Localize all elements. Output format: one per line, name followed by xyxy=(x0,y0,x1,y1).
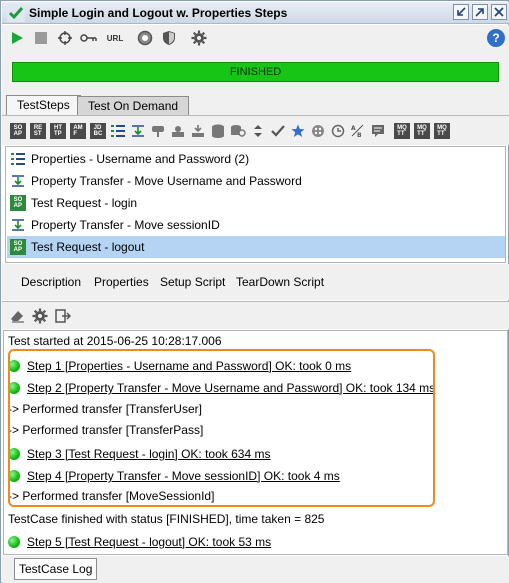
url-button[interactable]: URL xyxy=(104,29,126,47)
title-bar: Simple Login and Logout w. Properties St… xyxy=(2,2,509,24)
add-timer-icon[interactable] xyxy=(330,123,346,139)
window-title: Simple Login and Logout w. Properties St… xyxy=(29,5,288,20)
status-label: FINISHED xyxy=(229,66,282,78)
coverage-icon[interactable] xyxy=(136,29,154,47)
close-window-icon[interactable] xyxy=(491,4,507,20)
test-step-item-selected[interactable]: SO AP Test Request - logout xyxy=(7,236,505,258)
progress-bar: FINISHED xyxy=(12,62,499,82)
add-amf-request-icon[interactable]: AM F xyxy=(70,122,86,139)
add-mqtt-publish-icon[interactable]: MQ TT xyxy=(394,122,410,139)
testcase-window: Simple Login and Logout w. Properties St… xyxy=(0,0,509,583)
log-step-link[interactable]: Step 5 [Test Request - logout] OK: took … xyxy=(27,535,271,549)
shield-icon[interactable] xyxy=(160,29,178,47)
tab-description[interactable]: Description xyxy=(21,275,81,289)
url-label: URL xyxy=(106,33,124,43)
tab-testcase-log-label: TestCase Log xyxy=(19,562,93,576)
add-datasource-loop-icon[interactable] xyxy=(230,123,246,139)
add-rest-request-icon[interactable]: RE ST xyxy=(30,122,46,139)
log-header: Test started at 2015-06-25 10:28:17.006 xyxy=(8,334,222,348)
test-steps-list: Properties - Username and Password (2) P… xyxy=(5,146,506,263)
add-mqtt-drop-icon[interactable]: MQ TT xyxy=(434,122,450,139)
tab-teststeps[interactable]: TestSteps xyxy=(6,95,81,115)
log-finished-line: TestCase finished with status [FINISHED]… xyxy=(8,512,325,526)
minimize-window-icon[interactable] xyxy=(453,4,469,20)
test-step-item[interactable]: Property Transfer - Move sessionID xyxy=(7,214,505,236)
tab-testcase-log[interactable]: TestCase Log xyxy=(14,558,98,580)
gear-icon[interactable] xyxy=(190,29,208,47)
tab-teardown-script[interactable]: TearDown Script xyxy=(236,275,324,289)
add-step-toolbar: SO AP RE ST HT TP AM F JD BC A B MQ TT M… xyxy=(2,115,509,145)
add-groovy-script-icon[interactable] xyxy=(310,123,326,139)
add-security-star-icon[interactable] xyxy=(290,123,306,139)
tab-strip: TestSteps Test On Demand xyxy=(2,93,509,115)
target-icon[interactable] xyxy=(56,29,74,47)
play-icon[interactable] xyxy=(8,29,26,47)
add-property-transfer-icon[interactable] xyxy=(130,123,146,139)
main-toolbar: URL ? xyxy=(2,25,509,51)
status-area: FINISHED xyxy=(2,51,509,93)
add-jdbc-request-icon[interactable]: JD BC xyxy=(90,122,106,139)
tab-test-on-demand-label: Test On Demand xyxy=(88,99,179,113)
testcase-log: Test started at 2015-06-25 10:28:17.006 … xyxy=(3,330,508,555)
log-settings-gear-icon[interactable] xyxy=(32,308,48,324)
add-assertion-icon[interactable] xyxy=(270,123,286,139)
eraser-icon[interactable] xyxy=(9,308,25,324)
test-step-label: Property Transfer - Move sessionID xyxy=(31,218,220,232)
test-step-label: Test Request - logout xyxy=(31,240,145,254)
svg-text:A: A xyxy=(351,125,356,132)
add-datasource-icon[interactable] xyxy=(210,123,226,139)
property-transfer-icon xyxy=(10,173,26,189)
add-manual-test-icon[interactable]: AB xyxy=(350,123,366,139)
property-transfer-icon xyxy=(10,217,26,233)
stop-icon[interactable] xyxy=(32,29,50,47)
add-properties-icon[interactable] xyxy=(110,123,126,139)
svg-text:B: B xyxy=(357,132,362,138)
bottom-tab-strip: TestCase Log xyxy=(2,556,509,583)
add-conditional-goto-icon[interactable] xyxy=(150,123,166,139)
testcase-subtabs: Description Properties Setup Script Tear… xyxy=(2,264,509,300)
maximize-window-icon[interactable] xyxy=(472,4,488,20)
test-step-label: Property Transfer - Move Username and Pa… xyxy=(31,174,302,188)
add-mock-response-icon[interactable] xyxy=(250,123,266,139)
add-mqtt-receive-icon[interactable]: MQ TT xyxy=(414,122,430,139)
export-log-icon[interactable] xyxy=(55,308,71,324)
properties-icon xyxy=(10,151,26,167)
tab-test-on-demand[interactable]: Test On Demand xyxy=(77,96,190,115)
status-ok-icon xyxy=(8,536,20,548)
test-step-label: Properties - Username and Password (2) xyxy=(31,152,250,166)
test-step-item[interactable]: Property Transfer - Move Username and Pa… xyxy=(7,170,505,192)
add-http-request-icon[interactable]: HT TP xyxy=(50,122,66,139)
tab-properties[interactable]: Properties xyxy=(94,275,149,289)
testcase-check-icon xyxy=(7,3,25,22)
test-step-item[interactable]: SO AP Test Request - login xyxy=(7,192,505,214)
add-run-testcase-icon[interactable] xyxy=(170,123,186,139)
key-icon[interactable] xyxy=(80,29,98,47)
test-step-label: Test Request - login xyxy=(31,196,138,210)
highlight-box xyxy=(8,349,435,507)
log-step-entry[interactable]: Step 5 [Test Request - logout] OK: took … xyxy=(8,531,506,553)
soap-request-icon: SO AP xyxy=(10,239,26,255)
help-icon[interactable]: ? xyxy=(487,29,505,47)
tab-setup-script[interactable]: Setup Script xyxy=(160,275,225,289)
log-toolbar xyxy=(2,301,509,329)
tab-teststeps-label: TestSteps xyxy=(17,98,70,112)
test-step-item[interactable]: Properties - Username and Password (2) xyxy=(7,148,505,170)
soap-request-icon: SO AP xyxy=(10,195,26,211)
add-soap-request-icon[interactable]: SO AP xyxy=(10,122,26,139)
add-delay-icon[interactable] xyxy=(190,123,206,139)
add-comment-icon[interactable] xyxy=(370,123,386,139)
